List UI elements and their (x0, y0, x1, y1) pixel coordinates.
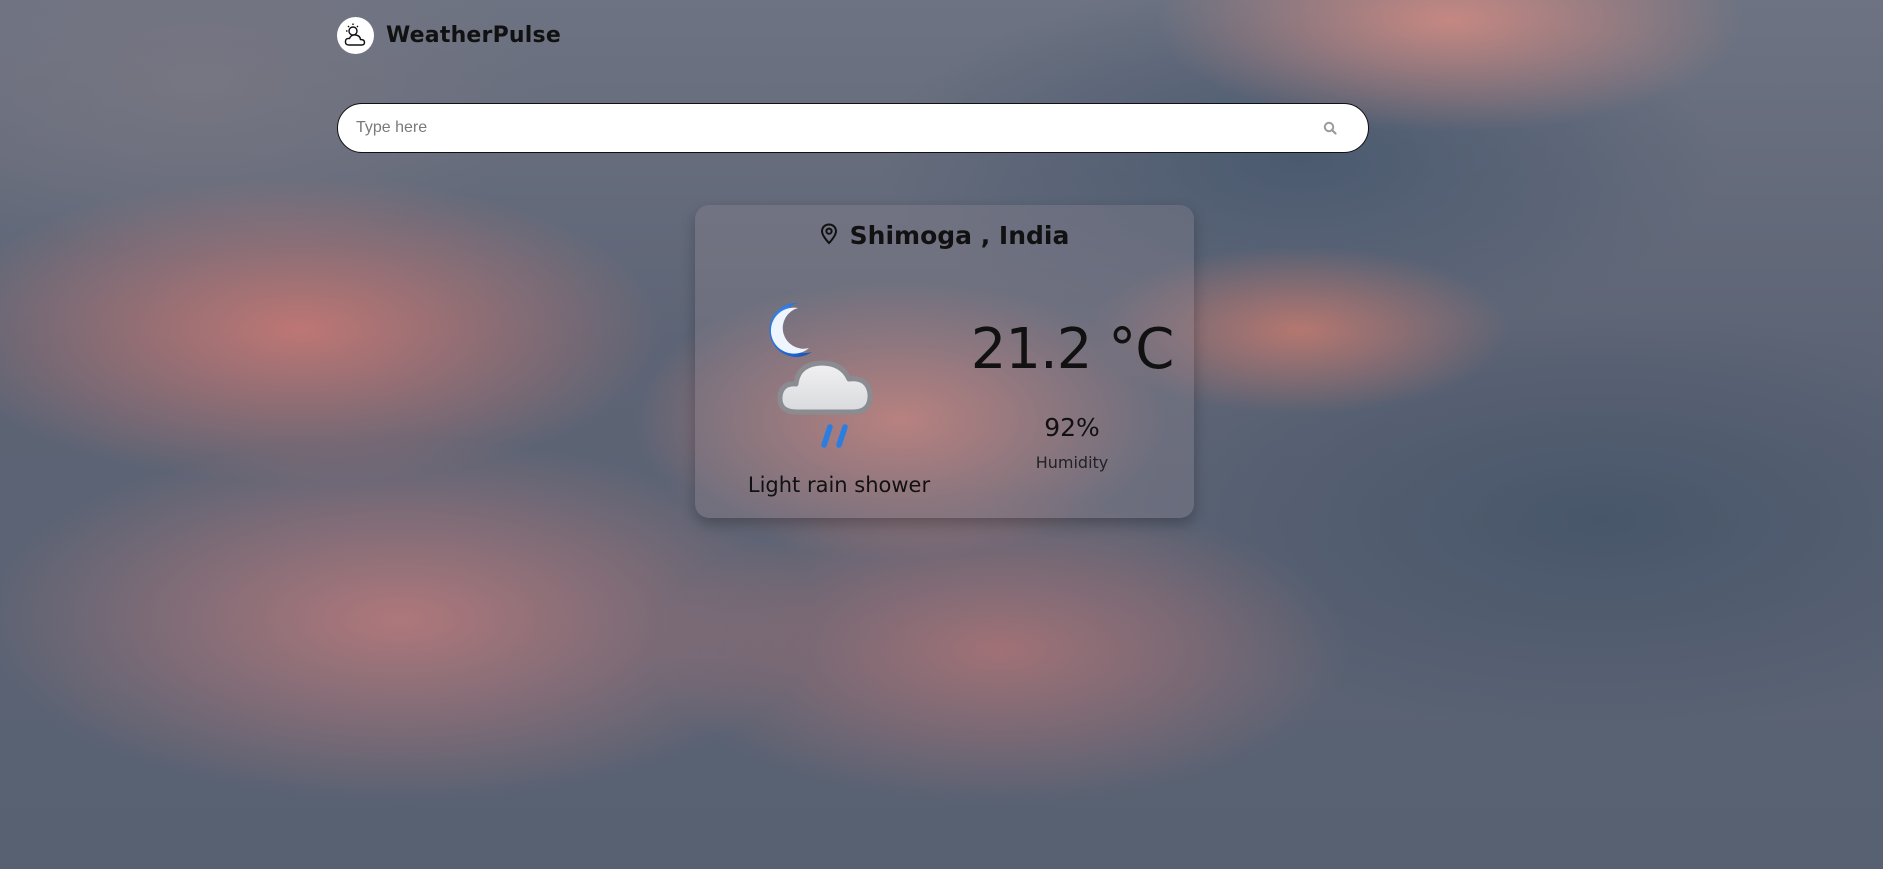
search-input[interactable] (354, 118, 1318, 138)
weather-logo-icon[interactable] (337, 17, 374, 54)
app-name: WeatherPulse (386, 23, 561, 48)
weather-card: Shimoga , India Light rain shower 21.2 °… (695, 205, 1194, 518)
location-pin-icon (820, 222, 838, 249)
humidity-label: Humidity (1035, 453, 1109, 472)
app-header: WeatherPulse (337, 17, 561, 54)
search-icon[interactable] (1318, 116, 1342, 140)
temperature-value: 21.2 °C (970, 317, 1175, 382)
location-name: Shimoga , India (849, 221, 1070, 250)
search-bar (337, 103, 1369, 153)
night-light-rain-icon (765, 297, 895, 462)
location-heading: Shimoga , India (695, 221, 1194, 250)
weather-condition: Light rain shower (747, 473, 931, 497)
humidity-value: 92% (1044, 413, 1100, 442)
